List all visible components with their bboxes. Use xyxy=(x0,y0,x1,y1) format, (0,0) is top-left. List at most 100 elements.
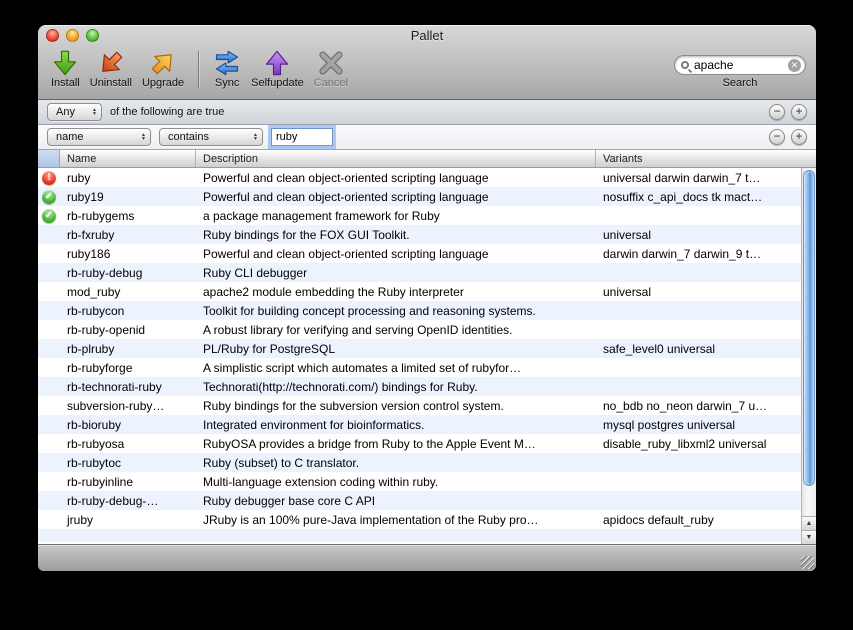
window-title: Pallet xyxy=(410,28,444,43)
port-variants: universal xyxy=(603,227,652,242)
port-variants: darwin darwin_7 darwin_9 t… xyxy=(603,246,762,261)
port-name: rb-rubygems xyxy=(67,208,135,223)
port-name: mod_ruby xyxy=(67,284,121,299)
remove-match-rule-button[interactable]: − xyxy=(769,104,785,120)
uninstall-button[interactable]: Uninstall xyxy=(85,48,137,89)
port-variants: disable_ruby_libxml2 universal xyxy=(603,436,767,451)
search-icon xyxy=(681,61,689,69)
scroll-up-button[interactable]: ▲ xyxy=(802,516,816,530)
port-description: Multi-language extension coding within r… xyxy=(203,474,439,489)
port-name: ruby186 xyxy=(67,246,111,261)
clear-search-icon[interactable]: ✕ xyxy=(788,58,801,72)
port-name: rb-fxruby xyxy=(67,227,115,242)
table-row[interactable]: rb-ruby-debug-… Ruby debugger base core … xyxy=(38,491,801,510)
upgrade-button[interactable]: Upgrade xyxy=(137,48,189,89)
toolbar-separator xyxy=(198,51,200,89)
toolbar: Install Uninstall Upgrade Sync Selfupdat… xyxy=(38,47,816,99)
desktop-background: Pallet Install Uninstall Upgrade Sync Se… xyxy=(0,0,853,630)
table-row[interactable]: ✓ ruby19 Powerful and clean object-orien… xyxy=(38,187,801,206)
table-header: Name Description Variants xyxy=(38,150,816,168)
port-name: rb-bioruby xyxy=(67,417,122,432)
table-row[interactable]: rb-rubyosa RubyOSA provides a bridge fro… xyxy=(38,434,801,453)
purple-up-arrow-icon xyxy=(263,48,291,78)
filter-match-bar: Any ▲ ▼ of the following are true − + xyxy=(38,100,816,125)
add-rule-button[interactable]: + xyxy=(791,129,807,145)
port-description: PL/Ruby for PostgreSQL xyxy=(203,341,336,356)
table-row[interactable]: rb-ruby-openid A robust library for veri… xyxy=(38,320,801,339)
popup-arrows-icon: ▲ ▼ xyxy=(92,107,97,117)
port-description: a package management framework for Ruby xyxy=(203,208,440,223)
search-label: Search xyxy=(722,77,758,89)
sync-button[interactable]: Sync xyxy=(208,48,246,89)
port-name: subversion-ruby… xyxy=(67,398,165,413)
table-row[interactable]: ruby186 Powerful and clean object-orient… xyxy=(38,244,801,263)
minimize-button[interactable] xyxy=(66,29,79,42)
scroll-down-button[interactable]: ▼ xyxy=(802,530,816,544)
table-row[interactable]: subversion-ruby… Ruby bindings for the s… xyxy=(38,396,801,415)
green-down-arrow-icon xyxy=(51,48,79,78)
popup-arrows-icon: ▲ ▼ xyxy=(253,132,258,142)
port-variants: mysql postgres universal xyxy=(603,417,736,432)
port-description: Ruby bindings for the subversion version… xyxy=(203,398,504,413)
name-column-header[interactable]: Name xyxy=(60,150,196,167)
port-description: Powerful and clean object-oriented scrip… xyxy=(203,246,489,261)
table-row[interactable] xyxy=(38,529,801,542)
remove-rule-button[interactable]: − xyxy=(769,129,785,145)
selfupdate-label: Selfupdate xyxy=(251,77,304,89)
port-description: Ruby (subset) to C translator. xyxy=(203,455,360,470)
table-row[interactable]: rb-rubycon Toolkit for building concept … xyxy=(38,301,801,320)
install-button[interactable]: Install xyxy=(46,48,85,89)
table-row[interactable]: rb-ruby-debug Ruby CLI debugger xyxy=(38,263,801,282)
gray-x-icon xyxy=(317,48,345,78)
variants-column-header[interactable]: Variants xyxy=(596,150,816,167)
table-row[interactable]: rb-technorati-ruby Technorati(http://tec… xyxy=(38,377,801,396)
red-downleft-arrow-icon xyxy=(97,48,125,78)
table-row[interactable]: mod_ruby apache2 module embedding the Ru… xyxy=(38,282,801,301)
rule-operator-popup[interactable]: contains ▲ ▼ xyxy=(159,128,263,146)
filter-rule-bar: name ▲▼ contains ▲▼ − + xyxy=(38,125,816,150)
match-popup[interactable]: Any ▲ ▼ xyxy=(47,103,102,121)
add-match-rule-button[interactable]: + xyxy=(791,104,807,120)
table-row[interactable]: rb-rubyinline Multi-language extension c… xyxy=(38,472,801,491)
search-input[interactable]: apache ✕ xyxy=(674,55,806,75)
resize-grip-icon[interactable] xyxy=(801,556,814,569)
table-row[interactable]: rb-bioruby Integrated environment for bi… xyxy=(38,415,801,434)
table-row[interactable]: ! ruby Powerful and clean object-oriente… xyxy=(38,168,801,187)
rule-value-input[interactable] xyxy=(271,128,333,146)
table-row[interactable]: rb-rubytoc Ruby (subset) to C translator… xyxy=(38,453,801,472)
title-bar[interactable]: Pallet xyxy=(38,25,816,47)
port-name: rb-rubyinline xyxy=(67,474,134,489)
ports-table: Name Description Variants ! ruby Powerfu… xyxy=(38,150,816,544)
port-variants: safe_level0 universal xyxy=(603,341,716,356)
table-row[interactable]: rb-fxruby Ruby bindings for the FOX GUI … xyxy=(38,225,801,244)
sync-label: Sync xyxy=(214,77,240,89)
selfupdate-button[interactable]: Selfupdate xyxy=(246,48,309,89)
table-body: ! ruby Powerful and clean object-oriente… xyxy=(38,168,801,544)
port-name: rb-technorati-ruby xyxy=(67,379,162,394)
port-name: rb-plruby xyxy=(67,341,115,356)
port-description: JRuby is an 100% pure-Java implementatio… xyxy=(203,512,539,527)
port-name: rb-rubytoc xyxy=(67,455,122,470)
port-name: ruby19 xyxy=(67,189,104,204)
table-row[interactable]: rb-plruby PL/Ruby for PostgreSQL safe_le… xyxy=(38,339,801,358)
rule-field-popup[interactable]: name ▲ ▼ xyxy=(47,128,151,146)
port-name: rb-ruby-debug-… xyxy=(67,493,159,508)
zoom-button[interactable] xyxy=(86,29,99,42)
table-row[interactable]: rb-rubyforge A simplistic script which a… xyxy=(38,358,801,377)
status-column-header[interactable] xyxy=(38,150,60,167)
status-icon: ✓ xyxy=(42,189,56,204)
port-variants: no_bdb no_neon darwin_7 u… xyxy=(603,398,768,413)
condition-text: of the following are true xyxy=(110,106,225,118)
port-name: rb-rubyforge xyxy=(67,360,133,375)
cancel-button[interactable]: Cancel xyxy=(309,48,353,89)
vertical-scrollbar[interactable]: ▲ ▼ xyxy=(801,168,816,544)
uninstall-label: Uninstall xyxy=(89,77,132,89)
description-column-header[interactable]: Description xyxy=(196,150,596,167)
upgrade-label: Upgrade xyxy=(141,77,185,89)
close-button[interactable] xyxy=(46,29,59,42)
scrollbar-thumb[interactable] xyxy=(803,170,815,486)
table-row[interactable]: jruby JRuby is an 100% pure-Java impleme… xyxy=(38,510,801,529)
port-description: Powerful and clean object-oriented scrip… xyxy=(203,170,489,185)
port-name: jruby xyxy=(67,512,94,527)
table-row[interactable]: ✓ rb-rubygems a package management frame… xyxy=(38,206,801,225)
